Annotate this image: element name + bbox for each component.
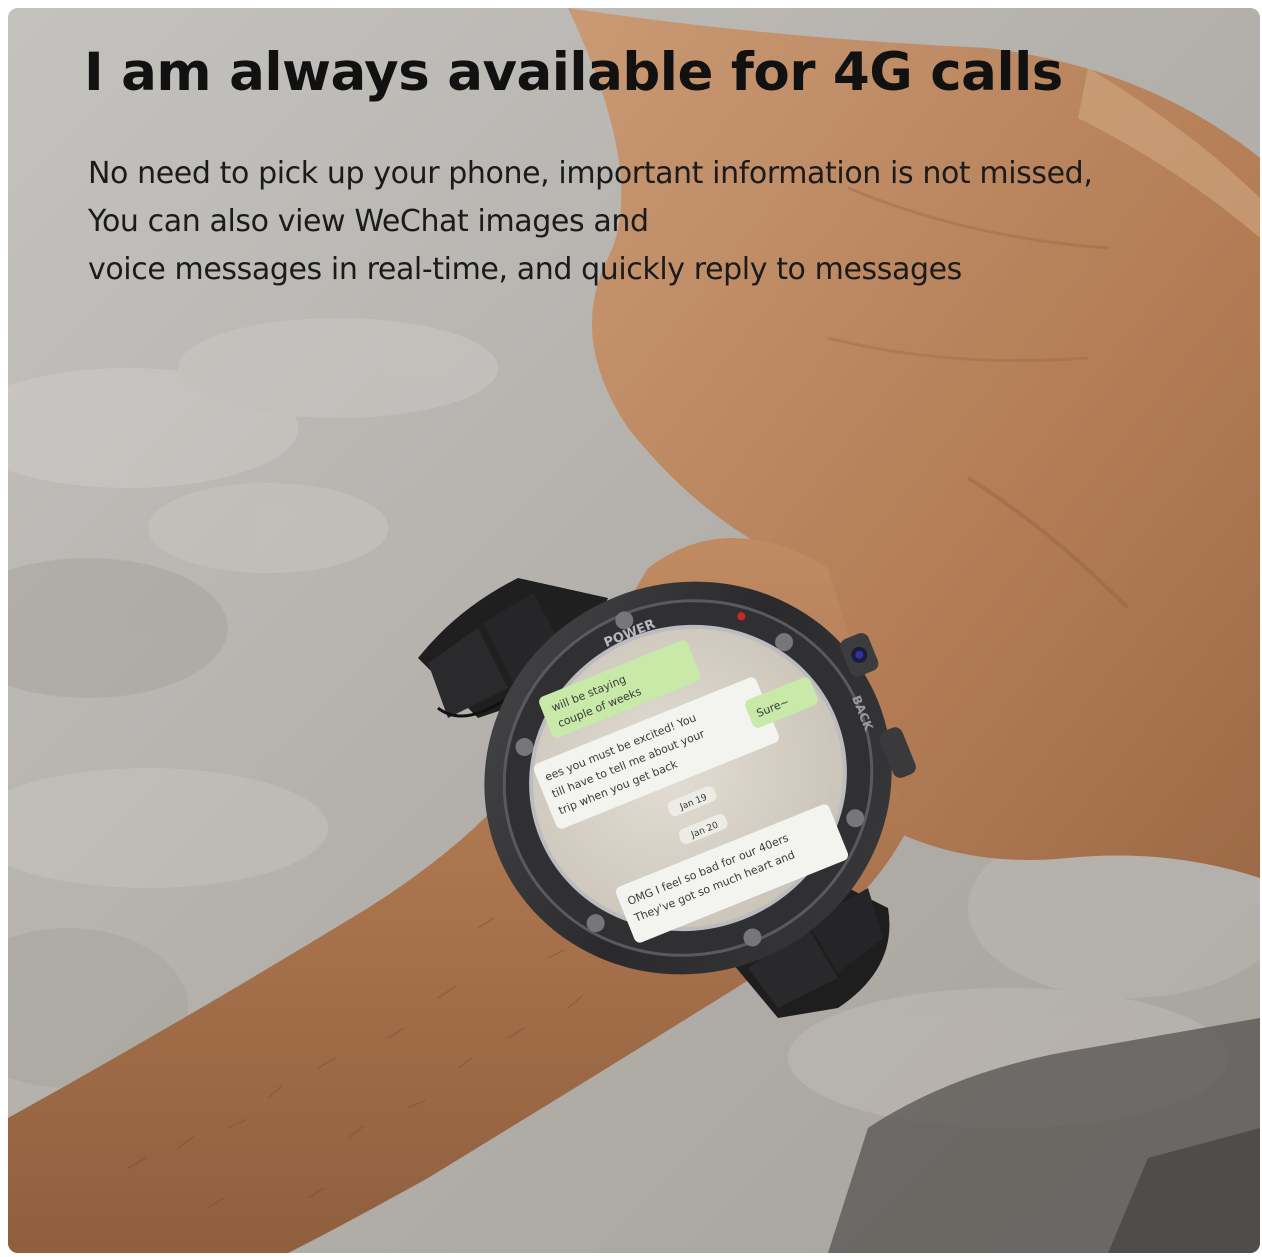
description-line: No need to pick up your phone, important… xyxy=(88,156,1093,191)
description-line: voice messages in real-time, and quickly… xyxy=(88,252,962,287)
description: No need to pick up your phone, important… xyxy=(88,150,1093,294)
page-title: I am always available for 4G calls xyxy=(84,42,1063,103)
description-line: You can also view WeChat images and xyxy=(88,204,649,239)
product-banner: POWER BACK will be staying couple of wee… xyxy=(8,8,1260,1253)
